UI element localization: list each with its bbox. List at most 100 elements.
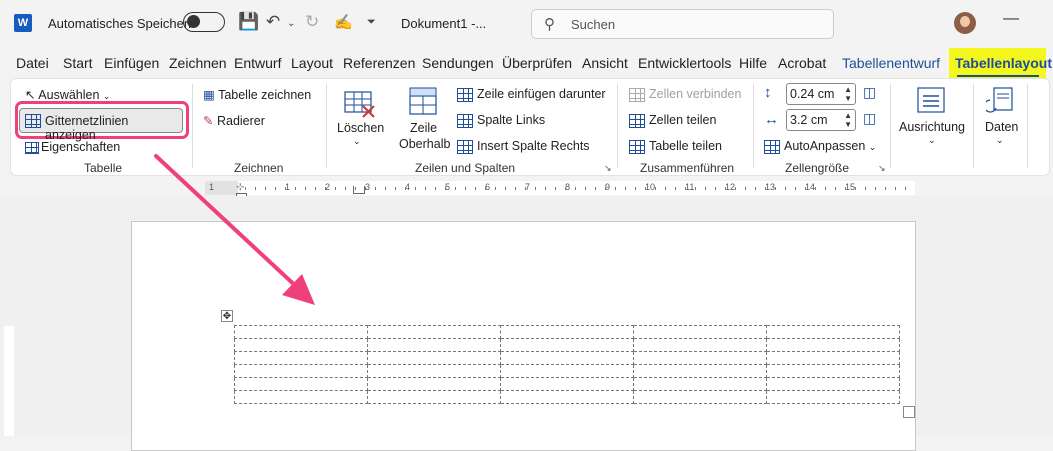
table-cell[interactable] [633,325,767,339]
avatar[interactable] [954,12,976,34]
tab-datei[interactable]: Datei [16,55,49,71]
zeile-label: Zeile [410,121,438,135]
tab-hilfe[interactable]: Hilfe [739,55,767,71]
group-separator [753,84,754,168]
table-cell[interactable] [500,390,634,404]
tab-ueberpruefen[interactable]: Überprüfen [502,55,572,71]
table-cell[interactable] [500,377,634,391]
column-width-input[interactable]: 3.2 cm ▲ ▼ [786,109,856,131]
spin-down-icon[interactable]: ▼ [844,94,852,103]
tabelle-zeichnen-button[interactable]: ▦ Tabelle zeichnen [203,87,311,102]
table-row[interactable] [234,390,900,404]
row-height-input[interactable]: 0.24 cm ▲ ▼ [786,83,856,105]
tab-acrobat[interactable]: Acrobat [778,55,826,71]
table-row[interactable] [234,351,900,365]
table-cell[interactable] [766,377,900,391]
tab-entwicklertools[interactable]: Entwicklertools [638,55,731,71]
table-cell[interactable] [766,390,900,404]
zellen-teilen-button[interactable]: Zellen teilen [629,113,716,128]
tab-tabellenlayout[interactable]: Tabellenlayout [949,48,1052,79]
table-cell[interactable] [633,351,767,365]
spin-down-icon[interactable]: ▼ [844,120,852,129]
save-icon[interactable]: 💾 [238,12,259,32]
column-marker[interactable] [353,186,365,194]
dialog-launcher-icon[interactable]: ↘ [878,163,886,174]
table-row[interactable] [234,377,900,391]
tabelle-teilen-button[interactable]: Tabelle teilen [629,139,722,154]
table-cell[interactable] [367,325,501,339]
distribute-rows-icon[interactable]: ◫ [863,84,876,101]
vertical-ruler[interactable] [0,222,18,436]
autoanpassen-button[interactable]: AutoAnpassen ⌄ [764,139,876,154]
table-cell[interactable] [633,390,767,404]
table-row[interactable] [234,364,900,378]
table-cell[interactable] [367,364,501,378]
table-cell[interactable] [234,364,368,378]
document-name[interactable]: Dokument1 -... [401,16,486,31]
table-cell[interactable] [500,338,634,352]
tab-tabellenentwurf[interactable]: Tabellenentwurf [842,55,940,71]
table-cell[interactable] [367,390,501,404]
table-cell[interactable] [234,325,368,339]
table-cell[interactable] [766,338,900,352]
tab-einfuegen[interactable]: Einfügen [104,55,159,71]
dialog-launcher-icon[interactable]: ↘ [604,163,612,174]
table-cell[interactable] [500,325,634,339]
ausrichtung-button[interactable]: Ausrichtung ⌄ [898,84,968,154]
touch-mode-icon[interactable]: ✍ [334,13,353,31]
tab-layout[interactable]: Layout [291,55,333,71]
tab-ansicht[interactable]: Ansicht [582,55,628,71]
customize-toolbar-icon[interactable]: ⏷ [367,16,376,29]
tab-entwurf[interactable]: Entwurf [234,55,281,71]
group-separator [1027,84,1028,168]
table-resize-handle[interactable] [903,406,915,418]
table-cell[interactable] [234,390,368,404]
tab-start[interactable]: Start [63,55,93,71]
insert-row-above-icon [409,87,437,115]
spin-up-icon[interactable]: ▲ [844,111,852,120]
tab-tabellenlayout-label: Tabellenlayout [955,55,1052,71]
tab-zeichnen[interactable]: Zeichnen [169,55,227,71]
table-cell[interactable] [766,351,900,365]
search-input[interactable]: Suchen [571,17,615,32]
minimize-icon[interactable]: — [1003,10,1019,28]
table-cell[interactable] [234,338,368,352]
autosave-toggle[interactable] [183,12,225,32]
table-cell[interactable] [633,338,767,352]
table-cell[interactable] [234,351,368,365]
table-row[interactable] [234,338,900,352]
daten-button[interactable]: Daten ⌄ [980,84,1025,154]
table-cell[interactable] [766,364,900,378]
redo-icon[interactable]: ↻ [305,12,319,32]
zellen-verbinden-button[interactable]: Zellen verbinden [629,87,741,102]
table-cell[interactable] [633,377,767,391]
spin-up-icon[interactable]: ▲ [844,85,852,94]
auswaehlen-button[interactable]: ↖ Auswählen ⌄ [25,87,110,102]
zeile-einfuegen-darunter-button[interactable]: Zeile einfügen darunter [457,87,606,102]
tab-sendungen[interactable]: Sendungen [422,55,494,71]
table-cell[interactable] [367,338,501,352]
table-cell[interactable] [500,351,634,365]
radierer-button[interactable]: ✎ Radierer [203,113,265,128]
table-cell[interactable] [367,351,501,365]
table-cell[interactable] [234,377,368,391]
spalte-rechts-button[interactable]: Insert Spalte Rechts [457,139,590,154]
table-cell[interactable] [500,364,634,378]
table-cell[interactable] [367,377,501,391]
table-cell[interactable] [633,364,767,378]
undo-icon[interactable]: ↶ [266,12,280,32]
table-cell[interactable] [766,325,900,339]
document-table[interactable] [234,325,900,404]
gitternetzlinien-anzeigen-button[interactable]: Gitternetzlinien anzeigen [19,108,183,142]
loeschen-button[interactable]: Löschen ⌄ [337,84,384,154]
ruler-tick [895,187,896,190]
tab-referenzen[interactable]: Referenzen [343,55,415,71]
eigenschaften-button[interactable]: Eigenschaften [25,140,120,154]
table-row[interactable] [234,325,900,339]
ausrichtung-label: Ausrichtung [899,120,966,134]
search-box[interactable]: ⚲ Suchen [531,9,834,39]
distribute-columns-icon[interactable]: ◫ [863,110,876,127]
zeile-oberhalb-button[interactable]: Zeile Oberhalb [398,84,450,154]
spalte-links-button[interactable]: Spalte Links [457,113,545,128]
undo-dropdown-icon[interactable]: ⌄ [287,18,295,29]
